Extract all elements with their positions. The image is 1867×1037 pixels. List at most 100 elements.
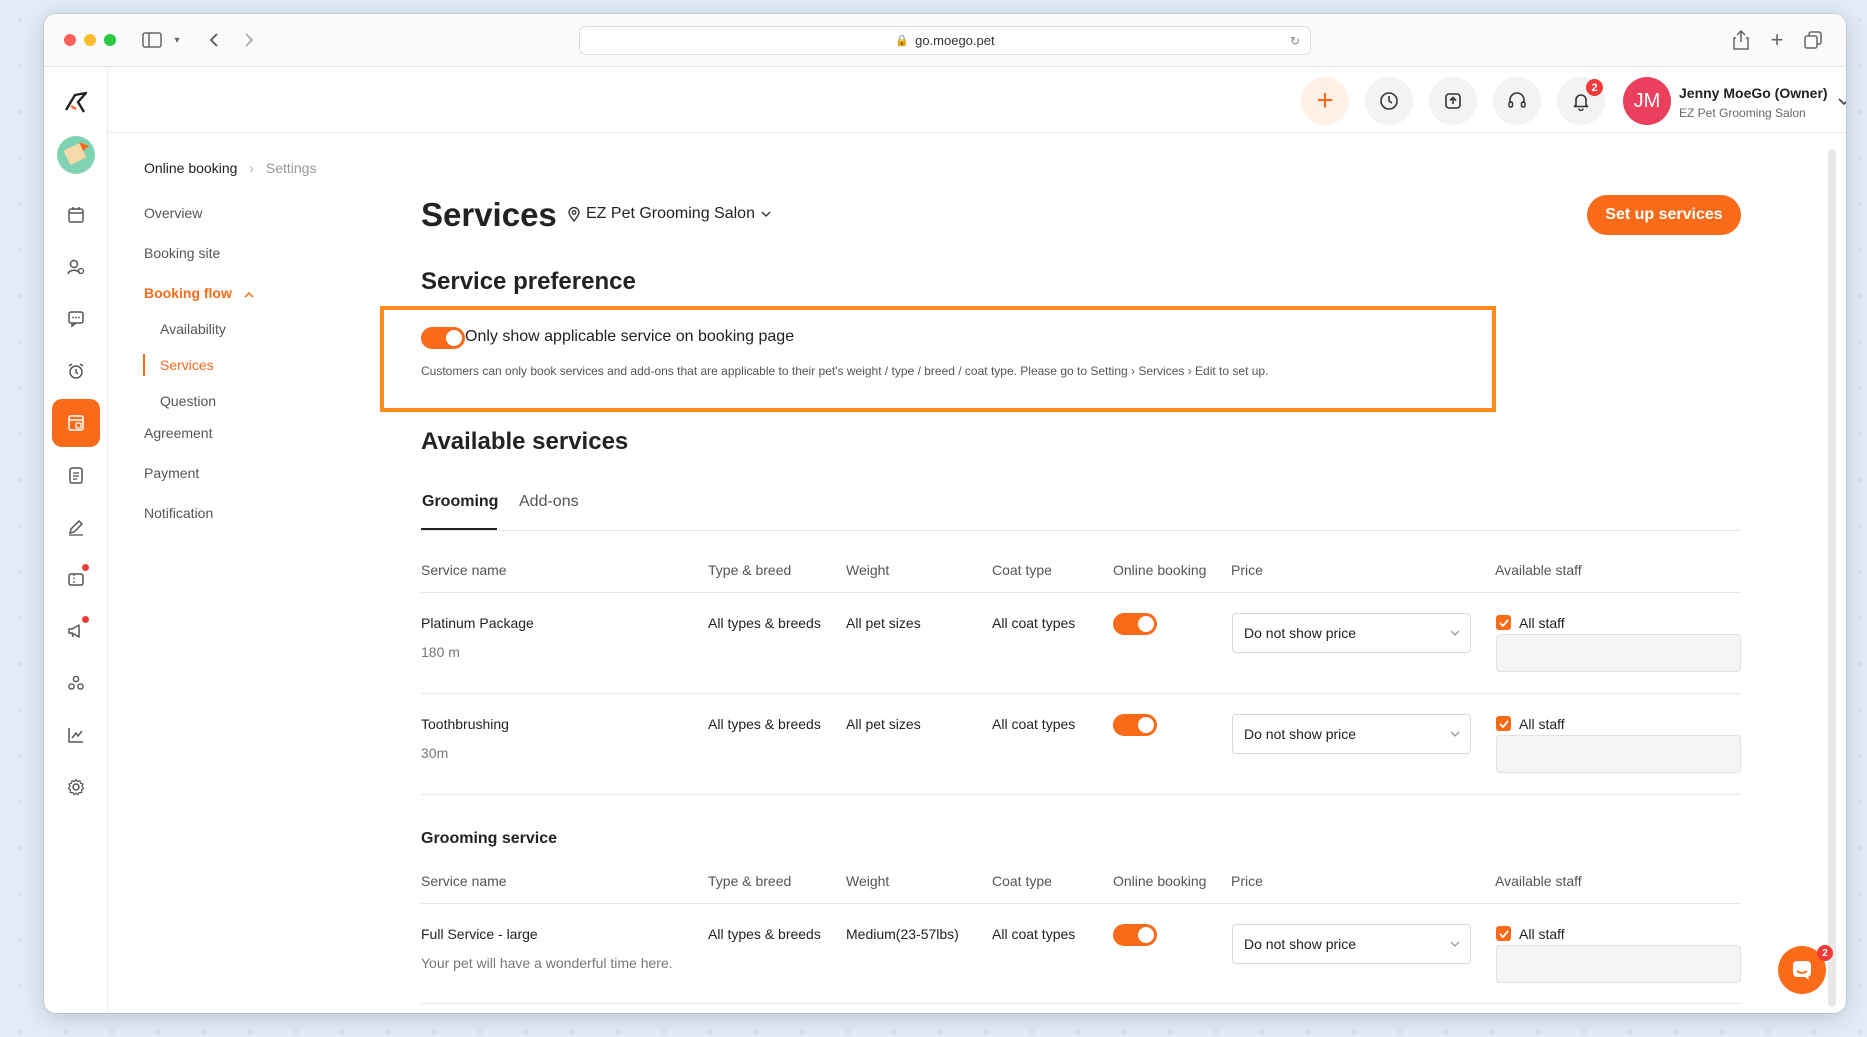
breadcrumb-settings: Settings bbox=[265, 160, 317, 176]
upload-icon[interactable] bbox=[1429, 77, 1477, 125]
close-window-button[interactable] bbox=[64, 34, 76, 46]
online-booking-toggle[interactable] bbox=[1113, 924, 1157, 946]
share-icon[interactable] bbox=[1730, 28, 1752, 52]
all-staff-label: All staff bbox=[1519, 615, 1565, 631]
all-staff-label: All staff bbox=[1519, 926, 1565, 942]
column-online-booking: Online booking bbox=[1113, 873, 1207, 889]
chevron-down-icon bbox=[1450, 731, 1460, 737]
subnav-agreement[interactable]: Agreement bbox=[144, 425, 212, 441]
applicable-service-label: Only show applicable service on booking … bbox=[465, 328, 795, 345]
chevron-down-icon bbox=[1450, 941, 1460, 947]
tab-grooming[interactable]: Grooming bbox=[422, 493, 498, 511]
column-available-staff: Available staff bbox=[1495, 873, 1582, 889]
price-select[interactable]: Do not show price bbox=[1232, 714, 1471, 754]
business-name: EZ Pet Grooming Salon bbox=[586, 205, 755, 222]
megaphone-icon[interactable] bbox=[52, 607, 100, 655]
unread-dot bbox=[82, 564, 89, 571]
calendar-icon[interactable] bbox=[52, 191, 100, 239]
chevron-down-icon[interactable] bbox=[1838, 93, 1846, 111]
price-select[interactable]: Do not show price bbox=[1232, 924, 1471, 964]
all-staff-checkbox[interactable] bbox=[1496, 615, 1511, 630]
chevron-down-icon[interactable]: ▾ bbox=[170, 28, 184, 52]
service-coat-type: All coat types bbox=[992, 926, 1076, 942]
alarm-clock-icon[interactable] bbox=[52, 347, 100, 395]
url-bar[interactable]: 🔒 go.moego.pet ↻ bbox=[579, 26, 1311, 55]
subnav-question[interactable]: Question bbox=[160, 393, 216, 409]
subnav-booking-site[interactable]: Booking site bbox=[144, 245, 220, 261]
reports-chart-icon[interactable] bbox=[52, 711, 100, 759]
online-booking-toggle[interactable] bbox=[1113, 613, 1157, 635]
table-divider bbox=[421, 794, 1741, 795]
tabs-overview-icon[interactable] bbox=[1802, 28, 1824, 52]
location-pin-icon bbox=[568, 206, 580, 222]
all-staff-checkbox[interactable] bbox=[1496, 926, 1511, 941]
new-tab-icon[interactable]: + bbox=[1766, 27, 1788, 52]
subnav-notification[interactable]: Notification bbox=[144, 505, 213, 521]
staff-select[interactable] bbox=[1496, 634, 1741, 672]
sidebar-toggle-icon[interactable] bbox=[140, 28, 164, 52]
minimize-window-button[interactable] bbox=[84, 34, 96, 46]
browser-titlebar: ▾ 🔒 go.moego.pet ↻ + bbox=[44, 14, 1846, 67]
column-type-breed: Type & breed bbox=[708, 873, 792, 889]
staff-select[interactable] bbox=[1496, 735, 1741, 773]
checklist-icon[interactable] bbox=[52, 451, 100, 499]
page-scrollbar[interactable] bbox=[1828, 149, 1836, 1007]
service-weight: All pet sizes bbox=[846, 716, 921, 732]
subnav-booking-flow-label: Booking flow bbox=[144, 285, 232, 301]
messages-icon[interactable] bbox=[52, 295, 100, 343]
service-type-breed: All types & breeds bbox=[708, 615, 821, 631]
staff-select[interactable] bbox=[1496, 945, 1741, 983]
online-booking-icon[interactable] bbox=[52, 399, 100, 447]
quick-add-button[interactable]: + bbox=[1301, 77, 1349, 125]
table-divider bbox=[421, 693, 1741, 694]
table-divider bbox=[421, 903, 1741, 904]
reload-icon[interactable]: ↻ bbox=[1290, 34, 1300, 48]
team-icon[interactable] bbox=[52, 659, 100, 707]
app-header: + 2 JM Jenny MoeGo (Owner) EZ Pet Groomi… bbox=[108, 67, 1846, 133]
clock-icon[interactable] bbox=[1365, 77, 1413, 125]
applicable-service-description: Customers can only book services and add… bbox=[421, 364, 1269, 378]
clients-icon[interactable] bbox=[52, 243, 100, 291]
back-icon[interactable] bbox=[204, 28, 224, 52]
service-description: Your pet will have a wonderful time here… bbox=[421, 955, 673, 971]
subnav-services[interactable]: Services bbox=[160, 357, 214, 373]
ticket-icon[interactable] bbox=[52, 555, 100, 603]
notification-count-badge: 2 bbox=[1586, 79, 1603, 96]
column-weight: Weight bbox=[846, 873, 890, 889]
highlight-box bbox=[380, 306, 1496, 412]
support-headset-icon[interactable] bbox=[1493, 77, 1541, 125]
pen-icon[interactable] bbox=[52, 503, 100, 551]
applicable-service-toggle[interactable] bbox=[421, 327, 465, 349]
all-staff-checkbox[interactable] bbox=[1496, 716, 1511, 731]
table-divider bbox=[421, 592, 1741, 593]
set-up-services-button[interactable]: Set up services bbox=[1587, 195, 1741, 235]
tab-add-ons[interactable]: Add-ons bbox=[519, 493, 579, 511]
breadcrumb-online-booking[interactable]: Online booking bbox=[144, 160, 237, 176]
available-services-heading: Available services bbox=[421, 428, 629, 455]
price-select-value: Do not show price bbox=[1244, 726, 1357, 742]
notifications-bell-icon[interactable]: 2 bbox=[1557, 77, 1605, 125]
forward-icon[interactable] bbox=[239, 28, 259, 52]
service-duration: 180 m bbox=[421, 644, 460, 660]
user-organization: EZ Pet Grooming Salon bbox=[1679, 106, 1806, 120]
column-coat-type: Coat type bbox=[992, 873, 1052, 889]
price-select[interactable]: Do not show price bbox=[1232, 613, 1471, 653]
user-name[interactable]: Jenny MoeGo (Owner) bbox=[1679, 85, 1828, 101]
user-avatar[interactable]: JM bbox=[1623, 77, 1671, 125]
column-type-breed: Type & breed bbox=[708, 562, 792, 578]
business-logo-icon[interactable] bbox=[52, 131, 100, 179]
settings-gear-icon[interactable] bbox=[52, 763, 100, 811]
subnav-availability[interactable]: Availability bbox=[160, 321, 226, 337]
maximize-window-button[interactable] bbox=[104, 34, 116, 46]
breadcrumb-separator: › bbox=[249, 160, 254, 176]
subnav-booking-flow[interactable]: Booking flow bbox=[144, 285, 254, 301]
business-selector[interactable]: EZ Pet Grooming Salon bbox=[568, 205, 771, 223]
column-coat-type: Coat type bbox=[992, 562, 1052, 578]
moego-logo-icon[interactable] bbox=[52, 79, 100, 127]
service-weight: Medium(23-57lbs) bbox=[846, 926, 959, 942]
subnav-payment[interactable]: Payment bbox=[144, 465, 199, 481]
table-divider bbox=[421, 1003, 1741, 1004]
online-booking-toggle[interactable] bbox=[1113, 714, 1157, 736]
price-select-value: Do not show price bbox=[1244, 936, 1357, 952]
subnav-overview[interactable]: Overview bbox=[144, 205, 202, 221]
